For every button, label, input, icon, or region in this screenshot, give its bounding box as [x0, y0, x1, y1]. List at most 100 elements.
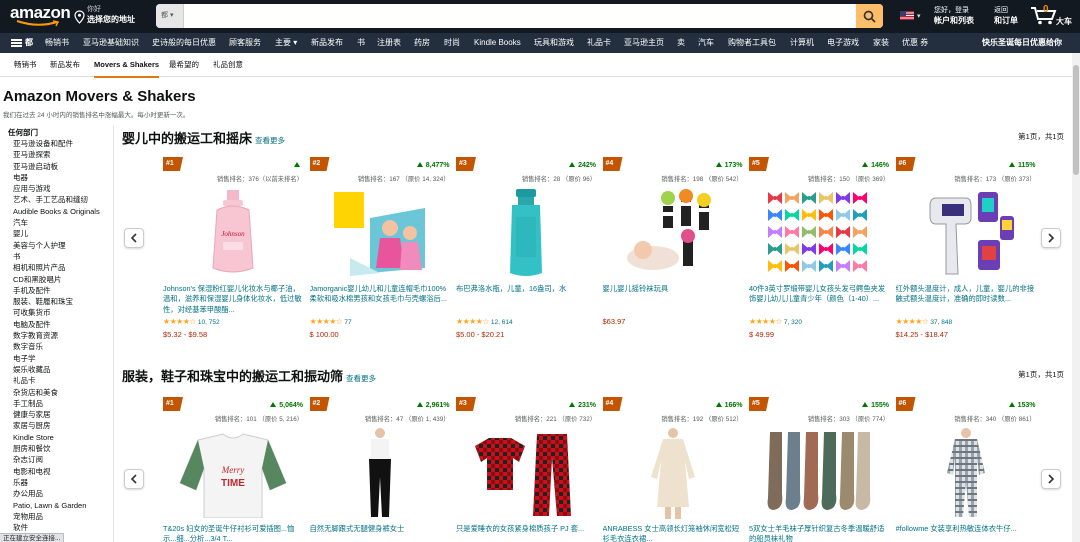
- sweater-dress-image[interactable]: [603, 425, 743, 520]
- nav-item[interactable]: 书: [357, 33, 365, 53]
- plaid-pajamas-image[interactable]: [456, 425, 596, 520]
- product-card[interactable]: #3 231% 销售排名：221 （原价 732） 只是爱睡衣的女孩紧身棉质孩子 PJ…: [456, 397, 596, 542]
- language-selector[interactable]: ▾: [900, 11, 921, 20]
- sidebar-department-link[interactable]: 厨房和餐饮: [8, 443, 113, 454]
- sidebar-department-link[interactable]: 书: [8, 251, 113, 262]
- wool-socks-image[interactable]: [749, 425, 889, 520]
- sidebar-department-link[interactable]: 可收集货币: [8, 307, 113, 318]
- sidebar-department-link[interactable]: 服装、鞋履和珠宝: [8, 296, 113, 307]
- nav-item[interactable]: 优惠 券: [902, 33, 928, 53]
- product-title-link[interactable]: Jamorganic婴儿幼儿和儿童连帽毛巾100%柔软和吸水棉男孩和女孩毛巾与壳…: [310, 284, 450, 315]
- sidebar-department-link[interactable]: 数字教育资源: [8, 330, 113, 341]
- hooded-towel-image[interactable]: [310, 185, 450, 280]
- product-card[interactable]: #4 173% 销售排名：198 （原价 542） 婴儿婴儿摇铃袜玩具 $63.97: [602, 157, 743, 347]
- product-title-link[interactable]: 婴儿婴儿摇铃袜玩具: [603, 284, 743, 315]
- product-card[interactable]: #5 146% 销售排名：150 （原价 369） 40件3英寸罗缎带婴儿女孩头发弓鳄…: [749, 157, 889, 347]
- rating-count[interactable]: 7, 320: [784, 319, 802, 326]
- product-card[interactable]: #4 166% 销售排名：192 （原价 512） ANRABESS 女士高领长灯笼袖…: [602, 397, 743, 542]
- search-button[interactable]: [856, 4, 883, 28]
- product-card[interactable]: #2 2,961% 销售排名：47 （原价 1, 439） 自然无脚跟式无腿健身裤女士…: [309, 397, 450, 542]
- product-title-link[interactable]: 40件3英寸罗缎带婴儿女孩头发弓鳄鱼夹发饰婴儿幼儿儿童青少年（颜色（1-40）.…: [749, 284, 889, 315]
- sidebar-department-link[interactable]: 乐器: [8, 477, 113, 488]
- product-title-link[interactable]: 布巴弗洛水瓶，儿童，16盎司，水: [456, 284, 596, 315]
- lotion-bottle-image[interactable]: Johnson: [163, 185, 303, 280]
- product-card[interactable]: #6 153% 销售排名：340 （原价 861） #followme 女装享利热敏连…: [895, 397, 1036, 542]
- sidebar-department-link[interactable]: Patio, Lawn & Garden: [8, 500, 113, 511]
- amazon-logo[interactable]: amazon: [10, 4, 71, 27]
- nav-item[interactable]: 注册表: [377, 33, 401, 53]
- product-title-link[interactable]: Johnson's 保湿粉红婴儿化妆水与椰子油，温和，滋养和保湿婴儿身体化妆水，…: [163, 284, 303, 315]
- sidebar-department-link[interactable]: CD和黑胶唱片: [8, 274, 113, 285]
- tab-movers-shakers[interactable]: Movers & Shakers: [94, 53, 160, 78]
- carousel-next-button[interactable]: [1041, 228, 1061, 248]
- sidebar-department-link[interactable]: 家居与厨房: [8, 420, 113, 431]
- product-title-link[interactable]: #followme 女装享利热敏连体衣牛仔...: [896, 524, 1036, 542]
- nav-item[interactable]: 药房: [414, 33, 430, 53]
- product-card[interactable]: #3 242% 销售排名：28 （原价 96） 布巴弗洛水瓶，儿童，16盎司，水 ★★★…: [456, 157, 596, 347]
- carousel-prev-button[interactable]: [124, 469, 144, 489]
- star-rating[interactable]: ★★★★☆ 77: [310, 317, 352, 326]
- returns-orders[interactable]: 返回 和订单: [994, 6, 1018, 26]
- star-rating[interactable]: ★★★★☆ 37, 848: [896, 317, 953, 326]
- sidebar-department-link[interactable]: 电影和电视: [8, 466, 113, 477]
- sidebar-department-link[interactable]: 电子学: [8, 353, 113, 364]
- cart-button[interactable]: 0 大车: [1030, 4, 1072, 27]
- nav-item[interactable]: 新品发布: [311, 33, 343, 53]
- product-card[interactable]: #2 8,477% 销售排名：167 （原价 14, 324） Jamorganic婴…: [309, 157, 450, 347]
- nav-item[interactable]: 计算机: [790, 33, 814, 53]
- carousel-prev-button[interactable]: [124, 228, 144, 248]
- sidebar-department-link[interactable]: 电脑及配件: [8, 319, 113, 330]
- product-card[interactable]: #1 5,064% 销售排名：101 （原价 5, 216） Merry TIME T&2…: [163, 397, 303, 542]
- search-category-select[interactable]: 都 ▾: [156, 4, 184, 28]
- star-rating[interactable]: ★★★★☆ 7, 320: [749, 317, 802, 326]
- nav-item[interactable]: 时尚: [444, 33, 460, 53]
- tab-gift-ideas[interactable]: 礼品创意: [213, 53, 243, 77]
- sidebar-department-link[interactable]: 办公用品: [8, 488, 113, 499]
- nav-item[interactable]: 卖: [677, 33, 685, 53]
- product-title-link[interactable]: 只是爱睡衣的女孩紧身棉质孩子 PJ 套...: [456, 524, 596, 542]
- thermometer-image[interactable]: [896, 185, 1036, 280]
- sidebar-department-link[interactable]: 婴儿: [8, 228, 113, 239]
- sidebar-department-link[interactable]: 健康与家居: [8, 409, 113, 420]
- nav-item[interactable]: 畅销书: [45, 33, 69, 53]
- nav-promo-link[interactable]: 快乐圣诞每日优惠给你: [982, 33, 1062, 53]
- product-card[interactable]: #5 155% 销售排名：303 （原价 774） 5双女士羊毛袜子厚针织复古冬季温暖…: [749, 397, 889, 542]
- sidebar-department-link[interactable]: 礼品卡: [8, 375, 113, 386]
- rating-count[interactable]: 12, 614: [491, 319, 513, 326]
- product-title-link[interactable]: 红外额头温度计，成人，儿童，婴儿的非接触式额头温度计，准确的即时读数...: [896, 284, 1036, 315]
- nav-item[interactable]: 玩具和游戏: [534, 33, 574, 53]
- leggings-image[interactable]: [310, 425, 450, 520]
- account-menu[interactable]: 您好，登录 帐户和列表: [934, 6, 974, 26]
- sidebar-department-link[interactable]: 亚马逊启动板: [8, 161, 113, 172]
- sidebar-department-link[interactable]: 杂志订阅: [8, 454, 113, 465]
- nav-item[interactable]: 电子游戏: [827, 33, 859, 53]
- page-scrollbar[interactable]: [1072, 53, 1080, 542]
- nav-item[interactable]: 亚马逊主页: [624, 33, 664, 53]
- carousel-next-button[interactable]: [1041, 469, 1061, 489]
- nav-item[interactable]: 主要 ▾: [275, 33, 297, 53]
- star-rating[interactable]: ★★★★☆ 12, 614: [456, 317, 513, 326]
- rattle-socks-image[interactable]: [603, 185, 743, 280]
- nav-item[interactable]: Kindle Books: [474, 33, 521, 53]
- product-title-link[interactable]: 自然无脚跟式无腿健身裤女士: [310, 524, 450, 542]
- search-input[interactable]: [184, 4, 856, 28]
- star-rating[interactable]: ★★★★☆ 10, 752: [163, 317, 220, 326]
- hair-bows-image[interactable]: [749, 185, 889, 280]
- nav-item[interactable]: 顾客服务: [229, 33, 261, 53]
- sidebar-department-link[interactable]: Kindle Store: [8, 432, 113, 443]
- sidebar-department-link[interactable]: Audible Books & Originals: [8, 206, 113, 217]
- sidebar-department-link[interactable]: 艺术、手工艺品和缝纫: [8, 194, 113, 205]
- nav-item[interactable]: 亚马逊基础知识: [83, 33, 139, 53]
- sidebar-department-link[interactable]: 美容与个人护理: [8, 240, 113, 251]
- tab-best-sellers[interactable]: 畅销书: [14, 53, 37, 77]
- deliver-to[interactable]: 你好 选择您的地址: [74, 6, 135, 25]
- sidebar-department-link[interactable]: 相机和照片产品: [8, 262, 113, 273]
- sidebar-department-link[interactable]: 汽车: [8, 217, 113, 228]
- product-title-link[interactable]: ANRABESS 女士高领长灯笼袖休闲宽松短衫毛衣连衣裙...: [603, 524, 743, 542]
- sidebar-department-link[interactable]: 电器: [8, 172, 113, 183]
- sidebar-department-link[interactable]: 手机及配件: [8, 285, 113, 296]
- product-card[interactable]: #1 销售排名：376（以前未排名） Johnson Johnson's 保湿粉红婴儿…: [163, 157, 303, 347]
- nav-item[interactable]: 史诗般的每日优惠: [152, 33, 216, 53]
- sidebar-department-link[interactable]: 软件: [8, 522, 113, 533]
- christmas-shirt-image[interactable]: Merry TIME: [163, 425, 303, 520]
